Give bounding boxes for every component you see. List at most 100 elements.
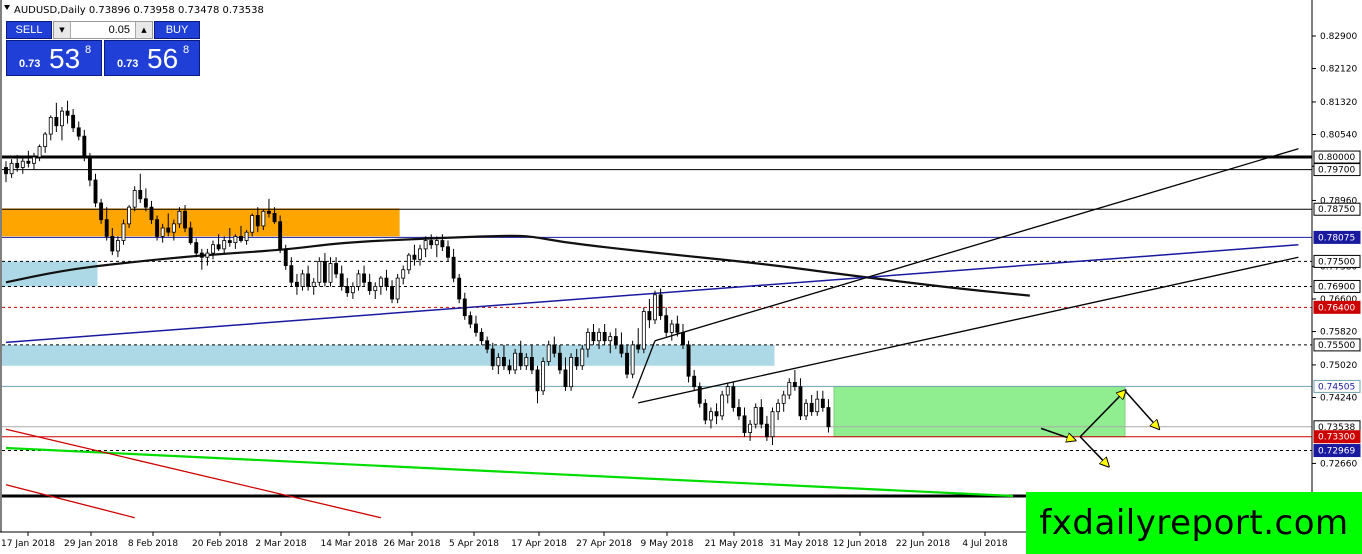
candle-body (669, 323, 674, 333)
candle (54, 102, 59, 133)
candle-body (367, 281, 372, 292)
candle-body (177, 210, 182, 225)
candle (541, 357, 546, 395)
candle-body (764, 423, 769, 438)
candle-body (272, 213, 277, 223)
candle (222, 236, 227, 254)
candle-body (239, 235, 243, 241)
candle-body (725, 386, 730, 396)
buy-price-quote[interactable]: 0.73 56 8 (104, 40, 200, 76)
chart-menu-icon[interactable] (4, 5, 10, 10)
triangle-up-icon[interactable]: ▲ (135, 22, 152, 38)
candle-body (289, 265, 294, 283)
candle-body (457, 277, 462, 300)
x-tick-label: 17 Apr 2018 (511, 539, 567, 549)
candle-body (199, 252, 204, 258)
candle-body (171, 223, 176, 233)
candle-body (636, 344, 641, 350)
candle-body (479, 331, 484, 342)
triangle-down-icon[interactable]: ▼ (54, 22, 71, 38)
x-tick-label: 22 Jun 2018 (896, 539, 950, 549)
candle (781, 390, 786, 412)
candle (367, 273, 372, 295)
candle (244, 230, 249, 245)
candle-body (339, 273, 344, 287)
candle (82, 129, 87, 162)
candle-body (736, 407, 741, 417)
sell-price-big: 53 (49, 43, 81, 74)
candle (143, 188, 148, 212)
y-tick-label: 0.72660 (1320, 459, 1357, 469)
candle-body (115, 240, 120, 252)
red-line-2 (5, 484, 135, 519)
candle-body (401, 269, 406, 279)
candle-body (585, 331, 590, 350)
candle (759, 399, 764, 429)
green-box (833, 386, 1126, 438)
candle (742, 407, 747, 437)
candle-body (99, 202, 104, 221)
candle-body (815, 398, 820, 413)
candle-body (390, 286, 394, 300)
candle-body (451, 256, 456, 279)
candle (373, 282, 378, 299)
x-tick-label: 2 Mar 2018 (255, 539, 307, 549)
candle (76, 121, 81, 141)
level-label: 0.73300 (1318, 433, 1355, 443)
candle-body (552, 344, 557, 354)
candle (334, 257, 339, 279)
channel-upper (654, 148, 1299, 342)
candle (669, 319, 674, 341)
lot-size-input[interactable] (72, 22, 134, 38)
candle-body (76, 127, 81, 137)
buy-button[interactable]: BUY (154, 21, 200, 39)
sell-price-quote[interactable]: 0.73 53 8 (6, 40, 102, 76)
candle-body (591, 331, 596, 342)
candle-body (395, 277, 400, 300)
candle-body (664, 315, 669, 333)
candle (748, 420, 753, 441)
candle-body (373, 286, 378, 292)
candle-body (619, 344, 624, 354)
candle-body (429, 240, 434, 246)
candle (434, 236, 439, 258)
candle-body (9, 162, 14, 175)
candle (20, 157, 25, 174)
level-label: 0.72969 (1318, 447, 1355, 457)
candle-body (194, 242, 199, 254)
candle-body (474, 323, 478, 333)
candle-body (65, 110, 70, 116)
candle (686, 340, 691, 383)
candle (815, 390, 820, 416)
level-label: 0.75500 (1318, 341, 1355, 351)
candle-body (792, 382, 797, 388)
blue-zone-mid (2, 344, 775, 366)
candle (401, 265, 406, 285)
sell-button[interactable]: SELL (6, 21, 52, 39)
candle-body (155, 219, 159, 237)
candle-body (759, 407, 764, 425)
candle-body (703, 402, 708, 421)
candle (820, 390, 825, 412)
candle (429, 234, 434, 249)
candle-body (283, 248, 288, 266)
arrow-down-2 (1124, 390, 1159, 429)
one-click-trading-panel: SELL ▼ ▲ BUY 0.73 53 8 0.73 56 8 (6, 21, 200, 76)
candle-body (641, 311, 646, 350)
candle-body (529, 357, 534, 371)
candle-body (20, 160, 25, 168)
price-chart[interactable]: 0.829000.821200.813200.805400.797800.789… (0, 0, 1362, 554)
candle-body (300, 273, 305, 287)
candle-body (468, 315, 473, 325)
candle-body (227, 240, 232, 244)
candle-body (440, 240, 445, 248)
candle (132, 186, 137, 212)
candle (205, 248, 210, 266)
candle-body (216, 244, 221, 250)
candle (43, 132, 48, 153)
candle (300, 269, 305, 291)
candle-body (278, 221, 283, 250)
candle-body (434, 240, 439, 246)
candle (647, 298, 652, 329)
candle-body (446, 246, 450, 258)
